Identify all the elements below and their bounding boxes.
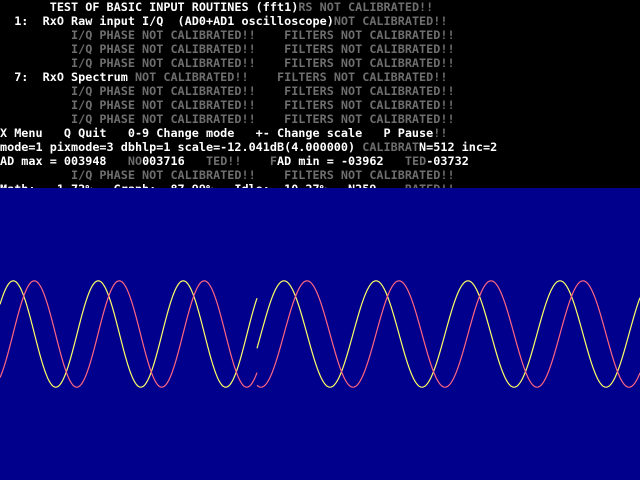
console-line: I/Q PHASE NOT CALIBRATED!! FILTERS NOT C…: [0, 84, 455, 98]
console-background-text: CALIBRAT: [362, 140, 420, 154]
console-text: mode=1 pixmode=3 dbhlp=1 scale=-12.041dB…: [0, 140, 363, 154]
console-background-text: I/Q PHASE NOT CALIBRATED!! FILTERS NOT C…: [0, 84, 455, 98]
i-channel-trace: [0, 280, 258, 388]
console-line: I/Q PHASE NOT CALIBRATED!! FILTERS NOT C…: [0, 42, 455, 56]
console-text: TEST OF BASIC INPUT ROUTINES (fft1): [0, 0, 299, 14]
console-line: 7: RxO Spectrum NOT CALIBRATED!! FILTERS…: [0, 70, 447, 84]
console-background-text: TED!! F: [184, 154, 278, 168]
console-background-text: RS NOT CALIBRATED!!: [298, 0, 434, 14]
console-background-text: I/Q PHASE NOT CALIBRATED!! FILTERS NOT C…: [0, 98, 455, 112]
console-text: X Menu Q Quit 0-9 Change mode +- Change …: [0, 126, 434, 140]
console-text: AD min = -03962: [277, 154, 384, 168]
console-background-text: NO: [127, 154, 143, 168]
console-background-text: I/Q PHASE NOT CALIBRATED!! FILTERS NOT C…: [0, 112, 455, 126]
console-background-text: TED: [383, 154, 427, 168]
console-line: I/Q PHASE NOT CALIBRATED!! FILTERS NOT C…: [0, 56, 455, 70]
console-line: mode=1 pixmode=3 dbhlp=1 scale=-12.041dB…: [0, 140, 497, 154]
console-line: TEST OF BASIC INPUT ROUTINES (fft1)RS NO…: [0, 0, 434, 14]
q-channel-trace: [0, 280, 258, 388]
console-text: AD max = 003948: [0, 154, 128, 168]
console-text: -03732: [426, 154, 469, 168]
oscilloscope-plot: [0, 280, 640, 388]
console-line: I/Q PHASE NOT CALIBRATED!! FILTERS NOT C…: [0, 112, 455, 126]
console-text: 1: RxO Raw input I/Q (AD0+AD1 oscillosco…: [0, 14, 334, 28]
console-line: I/Q PHASE NOT CALIBRATED!! FILTERS NOT C…: [0, 28, 455, 42]
console-background-text: NOT CALIBRATED!!: [333, 14, 448, 28]
console-background-text: I/Q PHASE NOT CALIBRATED!! FILTERS NOT C…: [0, 42, 455, 56]
console-background-text: I/Q PHASE NOT CALIBRATED!! FILTERS NOT C…: [0, 28, 455, 42]
console-background-text: NOT CALIBRATED!! FILTERS NOT CALIBRATED!…: [134, 70, 448, 84]
console-background-text: I/Q PHASE NOT CALIBRATED!! FILTERS NOT C…: [0, 56, 455, 70]
console-line: X Menu Q Quit 0-9 Change mode +- Change …: [0, 126, 447, 140]
i-channel-trace: [256, 280, 640, 388]
console-text: 003716: [142, 154, 185, 168]
console-line: I/Q PHASE NOT CALIBRATED!! FILTERS NOT C…: [0, 98, 455, 112]
console-line: AD max = 003948 NO003716 TED!! FAD min =…: [0, 154, 469, 168]
console-line: 1: RxO Raw input I/Q (AD0+AD1 oscillosco…: [0, 14, 447, 28]
console-background-text: I/Q PHASE NOT CALIBRATED!! FILTERS NOT C…: [0, 168, 455, 182]
console-text: N=512 inc=2: [419, 140, 498, 154]
text-console: TEST OF BASIC INPUT ROUTINES (fft1)RS NO…: [0, 0, 640, 190]
console-text: 7: RxO Spectrum: [0, 70, 135, 84]
oscilloscope-display: [0, 188, 640, 480]
console-background-text: !!: [433, 126, 448, 140]
console-line: I/Q PHASE NOT CALIBRATED!! FILTERS NOT C…: [0, 168, 455, 182]
